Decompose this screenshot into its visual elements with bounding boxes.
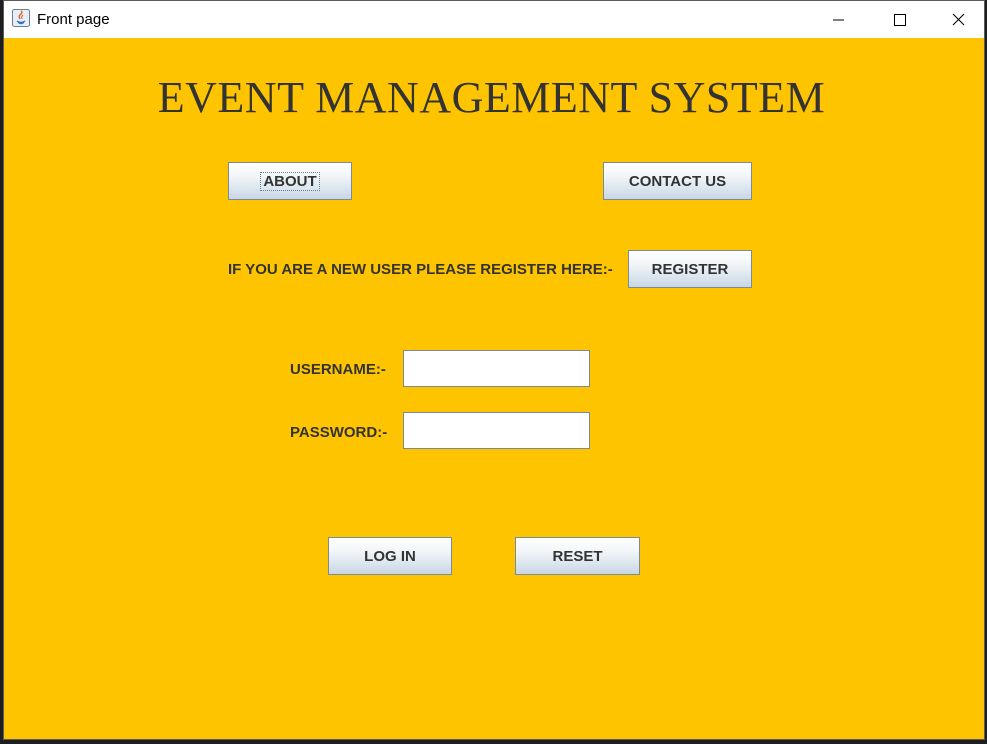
password-label: PASSWORD:-: [290, 424, 388, 441]
login-button-label: LOG IN: [364, 547, 416, 565]
password-field[interactable]: [403, 412, 590, 449]
app-window: Front page EVENT MANAGEMENT SYSTEM ABOUT…: [3, 0, 985, 740]
java-icon: [12, 9, 30, 27]
about-button-label: ABOUT: [260, 171, 320, 191]
about-button[interactable]: ABOUT: [228, 162, 352, 200]
page-title: EVENT MANAGEMENT SYSTEM: [157, 73, 826, 122]
main-panel: EVENT MANAGEMENT SYSTEM ABOUT CONTACT US…: [4, 38, 984, 739]
maximize-button[interactable]: [873, 1, 919, 38]
register-button[interactable]: REGISTER: [628, 250, 752, 288]
close-button[interactable]: [931, 1, 977, 38]
username-input[interactable]: [404, 351, 589, 386]
reset-button[interactable]: RESET: [515, 537, 640, 575]
username-field[interactable]: [403, 350, 590, 387]
minimize-button[interactable]: [815, 1, 861, 38]
register-prompt: IF YOU ARE A NEW USER PLEASE REGISTER HE…: [228, 261, 613, 278]
password-input[interactable]: [404, 413, 589, 448]
maximize-icon: [894, 14, 906, 26]
close-icon: [952, 13, 965, 26]
contact-us-button-label: CONTACT US: [628, 172, 727, 190]
reset-button-label: RESET: [552, 547, 603, 565]
login-button[interactable]: LOG IN: [328, 537, 452, 575]
register-button-label: REGISTER: [651, 260, 729, 278]
title-bar[interactable]: Front page: [4, 1, 984, 38]
username-label: USERNAME:-: [290, 361, 386, 378]
window-title: Front page: [37, 11, 110, 28]
contact-us-button[interactable]: CONTACT US: [603, 162, 752, 200]
minimize-icon: [833, 19, 844, 21]
